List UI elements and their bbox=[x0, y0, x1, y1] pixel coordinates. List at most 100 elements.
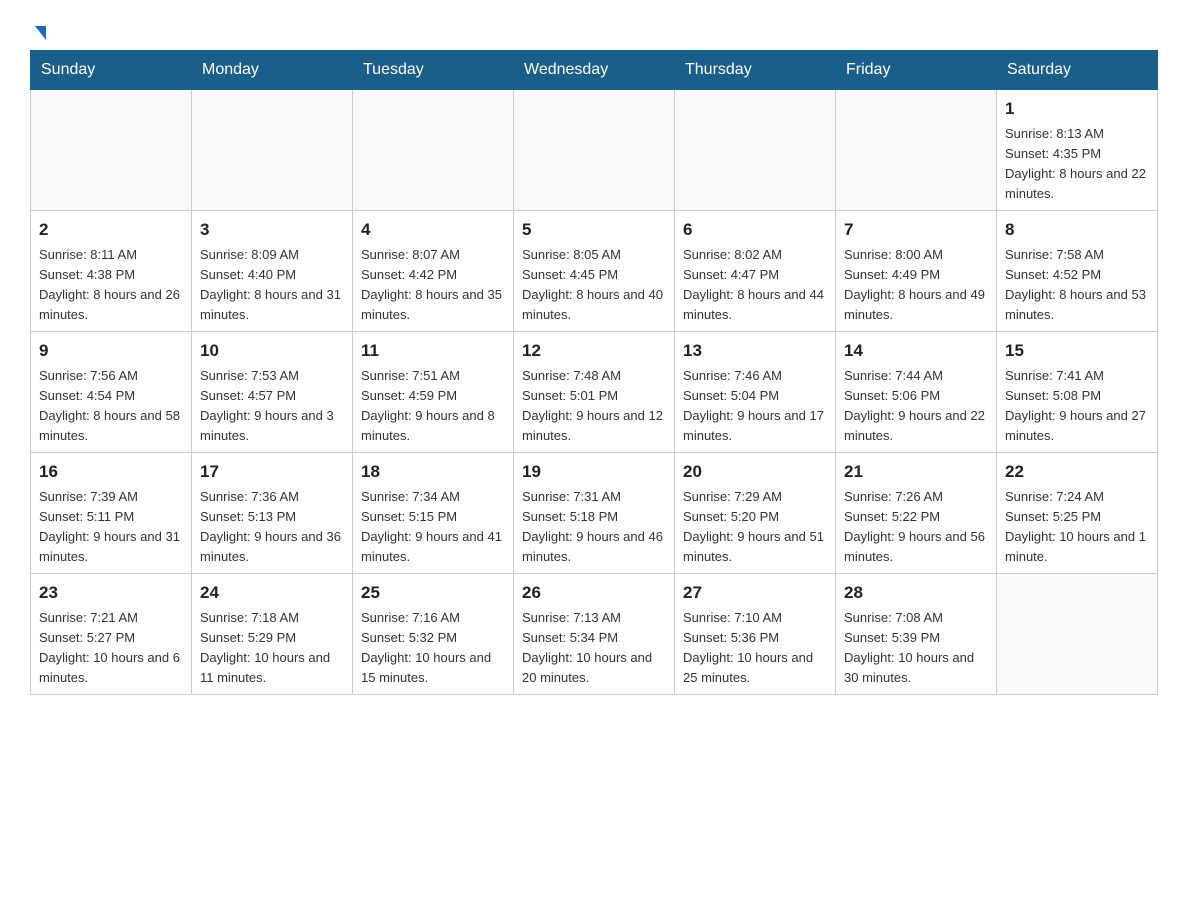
day-info: Sunrise: 8:09 AM Sunset: 4:40 PM Dayligh… bbox=[200, 245, 344, 326]
calendar-cell: 21Sunrise: 7:26 AM Sunset: 5:22 PM Dayli… bbox=[836, 453, 997, 574]
day-number: 27 bbox=[683, 580, 827, 606]
day-info: Sunrise: 8:13 AM Sunset: 4:35 PM Dayligh… bbox=[1005, 124, 1149, 205]
calendar-cell: 9Sunrise: 7:56 AM Sunset: 4:54 PM Daylig… bbox=[31, 332, 192, 453]
day-number: 5 bbox=[522, 217, 666, 243]
calendar-cell: 10Sunrise: 7:53 AM Sunset: 4:57 PM Dayli… bbox=[192, 332, 353, 453]
day-number: 12 bbox=[522, 338, 666, 364]
day-info: Sunrise: 7:39 AM Sunset: 5:11 PM Dayligh… bbox=[39, 487, 183, 568]
day-header-saturday: Saturday bbox=[997, 51, 1158, 90]
day-info: Sunrise: 8:00 AM Sunset: 4:49 PM Dayligh… bbox=[844, 245, 988, 326]
calendar-cell: 3Sunrise: 8:09 AM Sunset: 4:40 PM Daylig… bbox=[192, 211, 353, 332]
day-header-friday: Friday bbox=[836, 51, 997, 90]
day-info: Sunrise: 7:53 AM Sunset: 4:57 PM Dayligh… bbox=[200, 366, 344, 447]
day-number: 23 bbox=[39, 580, 183, 606]
calendar-cell: 27Sunrise: 7:10 AM Sunset: 5:36 PM Dayli… bbox=[675, 574, 836, 695]
day-number: 10 bbox=[200, 338, 344, 364]
calendar-cell: 20Sunrise: 7:29 AM Sunset: 5:20 PM Dayli… bbox=[675, 453, 836, 574]
day-info: Sunrise: 7:10 AM Sunset: 5:36 PM Dayligh… bbox=[683, 608, 827, 689]
calendar-cell: 1Sunrise: 8:13 AM Sunset: 4:35 PM Daylig… bbox=[997, 90, 1158, 211]
day-header-monday: Monday bbox=[192, 51, 353, 90]
calendar-cell: 22Sunrise: 7:24 AM Sunset: 5:25 PM Dayli… bbox=[997, 453, 1158, 574]
page-header bbox=[30, 20, 1158, 40]
calendar-cell: 6Sunrise: 8:02 AM Sunset: 4:47 PM Daylig… bbox=[675, 211, 836, 332]
day-number: 4 bbox=[361, 217, 505, 243]
day-info: Sunrise: 7:41 AM Sunset: 5:08 PM Dayligh… bbox=[1005, 366, 1149, 447]
calendar-week-row: 2Sunrise: 8:11 AM Sunset: 4:38 PM Daylig… bbox=[31, 211, 1158, 332]
day-info: Sunrise: 8:11 AM Sunset: 4:38 PM Dayligh… bbox=[39, 245, 183, 326]
day-number: 25 bbox=[361, 580, 505, 606]
day-info: Sunrise: 7:44 AM Sunset: 5:06 PM Dayligh… bbox=[844, 366, 988, 447]
day-number: 20 bbox=[683, 459, 827, 485]
logo bbox=[30, 20, 68, 40]
calendar-cell: 4Sunrise: 8:07 AM Sunset: 4:42 PM Daylig… bbox=[353, 211, 514, 332]
calendar-header: SundayMondayTuesdayWednesdayThursdayFrid… bbox=[31, 51, 1158, 90]
calendar-week-row: 16Sunrise: 7:39 AM Sunset: 5:11 PM Dayli… bbox=[31, 453, 1158, 574]
day-number: 13 bbox=[683, 338, 827, 364]
day-number: 9 bbox=[39, 338, 183, 364]
calendar-cell: 8Sunrise: 7:58 AM Sunset: 4:52 PM Daylig… bbox=[997, 211, 1158, 332]
day-number: 17 bbox=[200, 459, 344, 485]
day-number: 6 bbox=[683, 217, 827, 243]
calendar-table: SundayMondayTuesdayWednesdayThursdayFrid… bbox=[30, 50, 1158, 695]
calendar-cell: 16Sunrise: 7:39 AM Sunset: 5:11 PM Dayli… bbox=[31, 453, 192, 574]
calendar-week-row: 1Sunrise: 8:13 AM Sunset: 4:35 PM Daylig… bbox=[31, 90, 1158, 211]
calendar-cell bbox=[836, 90, 997, 211]
day-info: Sunrise: 7:13 AM Sunset: 5:34 PM Dayligh… bbox=[522, 608, 666, 689]
calendar-cell: 7Sunrise: 8:00 AM Sunset: 4:49 PM Daylig… bbox=[836, 211, 997, 332]
calendar-cell: 11Sunrise: 7:51 AM Sunset: 4:59 PM Dayli… bbox=[353, 332, 514, 453]
day-info: Sunrise: 7:16 AM Sunset: 5:32 PM Dayligh… bbox=[361, 608, 505, 689]
calendar-cell: 5Sunrise: 8:05 AM Sunset: 4:45 PM Daylig… bbox=[514, 211, 675, 332]
day-info: Sunrise: 8:05 AM Sunset: 4:45 PM Dayligh… bbox=[522, 245, 666, 326]
calendar-cell bbox=[31, 90, 192, 211]
logo-triangle-icon bbox=[35, 26, 46, 40]
calendar-cell: 19Sunrise: 7:31 AM Sunset: 5:18 PM Dayli… bbox=[514, 453, 675, 574]
day-info: Sunrise: 7:08 AM Sunset: 5:39 PM Dayligh… bbox=[844, 608, 988, 689]
calendar-cell bbox=[675, 90, 836, 211]
calendar-week-row: 23Sunrise: 7:21 AM Sunset: 5:27 PM Dayli… bbox=[31, 574, 1158, 695]
day-info: Sunrise: 7:26 AM Sunset: 5:22 PM Dayligh… bbox=[844, 487, 988, 568]
day-info: Sunrise: 7:29 AM Sunset: 5:20 PM Dayligh… bbox=[683, 487, 827, 568]
day-number: 21 bbox=[844, 459, 988, 485]
day-number: 28 bbox=[844, 580, 988, 606]
day-header-sunday: Sunday bbox=[31, 51, 192, 90]
calendar-cell bbox=[514, 90, 675, 211]
day-header-wednesday: Wednesday bbox=[514, 51, 675, 90]
calendar-cell: 23Sunrise: 7:21 AM Sunset: 5:27 PM Dayli… bbox=[31, 574, 192, 695]
calendar-cell: 13Sunrise: 7:46 AM Sunset: 5:04 PM Dayli… bbox=[675, 332, 836, 453]
calendar-cell: 26Sunrise: 7:13 AM Sunset: 5:34 PM Dayli… bbox=[514, 574, 675, 695]
calendar-cell bbox=[997, 574, 1158, 695]
day-number: 11 bbox=[361, 338, 505, 364]
calendar-cell: 24Sunrise: 7:18 AM Sunset: 5:29 PM Dayli… bbox=[192, 574, 353, 695]
calendar-body: 1Sunrise: 8:13 AM Sunset: 4:35 PM Daylig… bbox=[31, 90, 1158, 695]
day-number: 14 bbox=[844, 338, 988, 364]
day-number: 18 bbox=[361, 459, 505, 485]
day-info: Sunrise: 7:58 AM Sunset: 4:52 PM Dayligh… bbox=[1005, 245, 1149, 326]
day-number: 19 bbox=[522, 459, 666, 485]
calendar-cell: 25Sunrise: 7:16 AM Sunset: 5:32 PM Dayli… bbox=[353, 574, 514, 695]
day-info: Sunrise: 7:36 AM Sunset: 5:13 PM Dayligh… bbox=[200, 487, 344, 568]
calendar-cell: 18Sunrise: 7:34 AM Sunset: 5:15 PM Dayli… bbox=[353, 453, 514, 574]
calendar-cell: 15Sunrise: 7:41 AM Sunset: 5:08 PM Dayli… bbox=[997, 332, 1158, 453]
day-number: 26 bbox=[522, 580, 666, 606]
day-number: 24 bbox=[200, 580, 344, 606]
day-info: Sunrise: 7:48 AM Sunset: 5:01 PM Dayligh… bbox=[522, 366, 666, 447]
day-header-thursday: Thursday bbox=[675, 51, 836, 90]
calendar-cell bbox=[353, 90, 514, 211]
calendar-cell bbox=[192, 90, 353, 211]
days-of-week-row: SundayMondayTuesdayWednesdayThursdayFrid… bbox=[31, 51, 1158, 90]
day-info: Sunrise: 7:34 AM Sunset: 5:15 PM Dayligh… bbox=[361, 487, 505, 568]
day-info: Sunrise: 7:46 AM Sunset: 5:04 PM Dayligh… bbox=[683, 366, 827, 447]
calendar-cell: 14Sunrise: 7:44 AM Sunset: 5:06 PM Dayli… bbox=[836, 332, 997, 453]
day-number: 1 bbox=[1005, 96, 1149, 122]
day-number: 15 bbox=[1005, 338, 1149, 364]
day-number: 3 bbox=[200, 217, 344, 243]
day-info: Sunrise: 7:21 AM Sunset: 5:27 PM Dayligh… bbox=[39, 608, 183, 689]
day-number: 8 bbox=[1005, 217, 1149, 243]
day-info: Sunrise: 8:07 AM Sunset: 4:42 PM Dayligh… bbox=[361, 245, 505, 326]
day-number: 22 bbox=[1005, 459, 1149, 485]
day-number: 16 bbox=[39, 459, 183, 485]
day-info: Sunrise: 7:24 AM Sunset: 5:25 PM Dayligh… bbox=[1005, 487, 1149, 568]
calendar-week-row: 9Sunrise: 7:56 AM Sunset: 4:54 PM Daylig… bbox=[31, 332, 1158, 453]
day-number: 7 bbox=[844, 217, 988, 243]
day-header-tuesday: Tuesday bbox=[353, 51, 514, 90]
